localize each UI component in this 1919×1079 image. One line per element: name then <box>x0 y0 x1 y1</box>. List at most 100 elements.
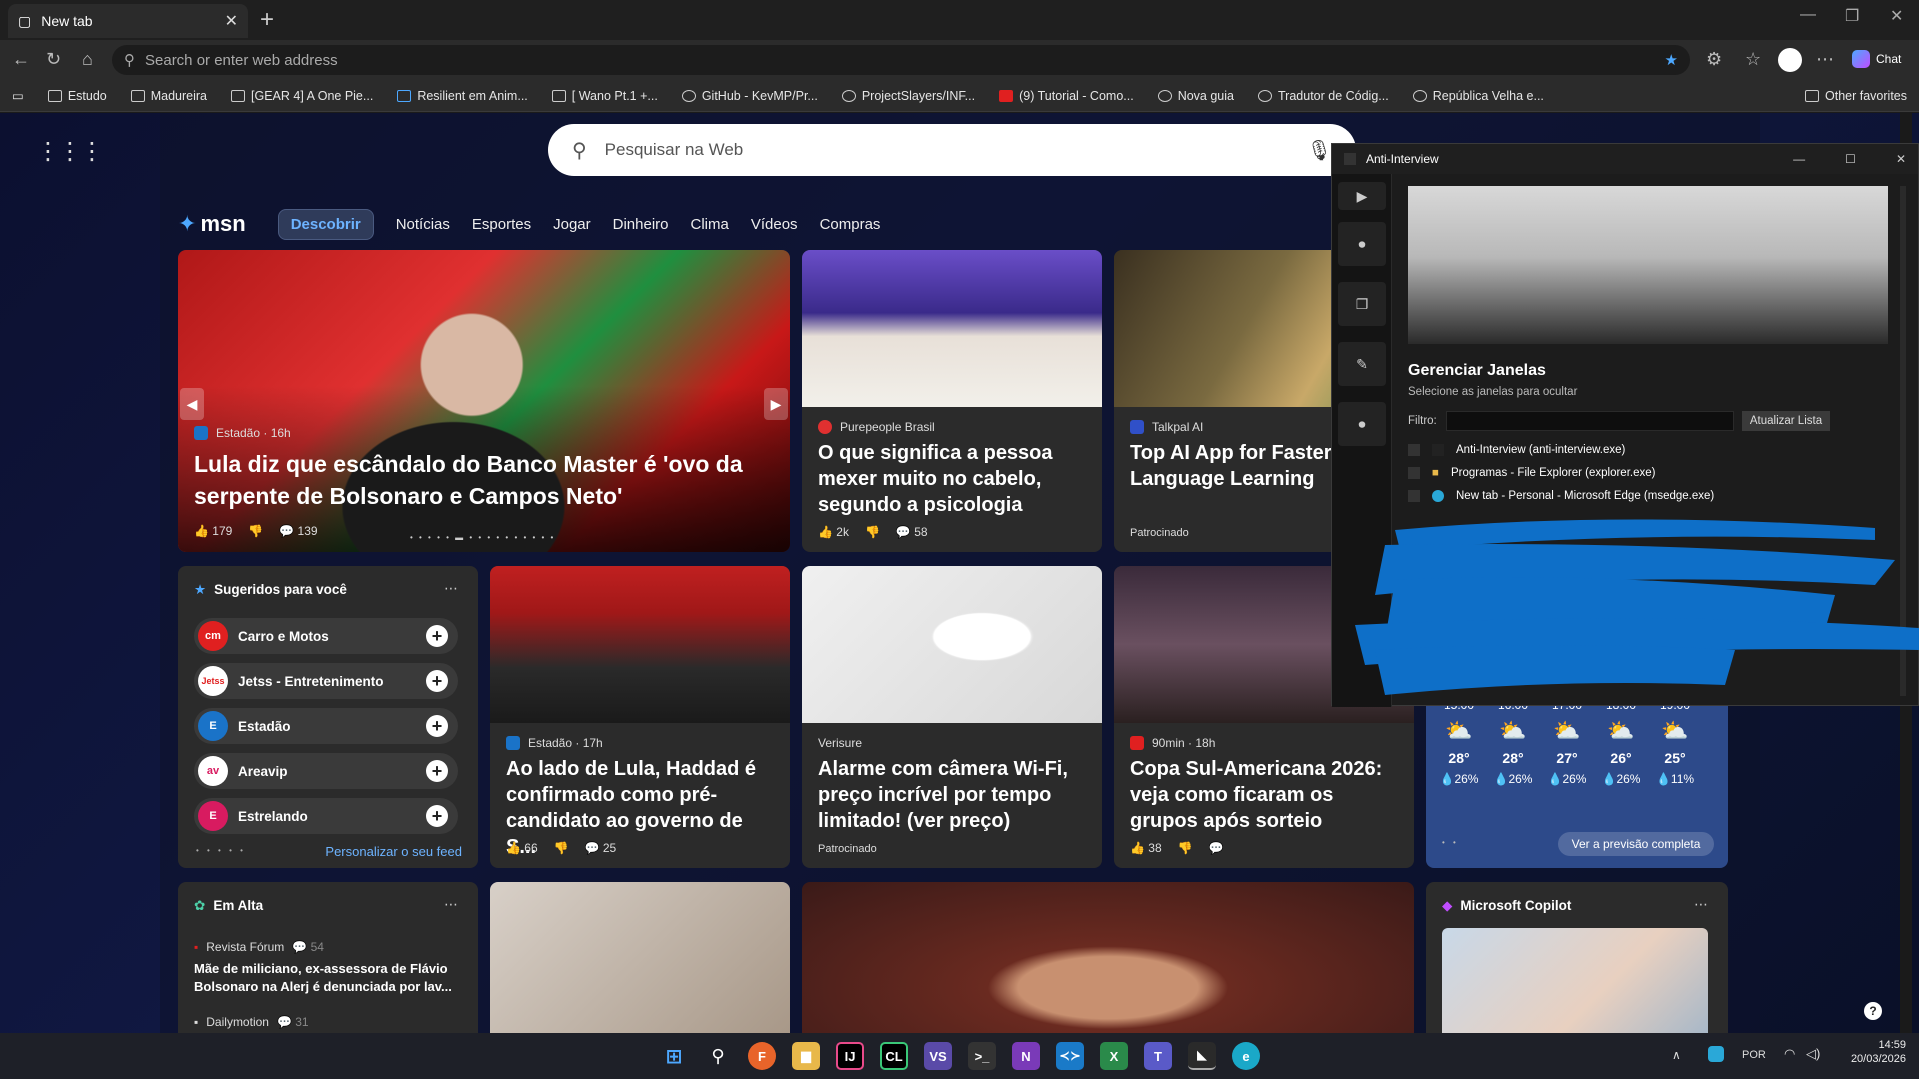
bookmark-3[interactable]: Resilient em Anim... <box>385 89 539 103</box>
bookmark-10[interactable]: República Velha e... <box>1401 89 1556 103</box>
weather-widget[interactable]: 15:00⛅28°💧26% 16:00⛅28°💧26% 17:00⛅27°💧26… <box>1426 690 1728 868</box>
tab-new-tab[interactable]: ▢ New tab ✕ <box>8 4 248 38</box>
comment-icon[interactable]: 💬 139 <box>279 524 317 538</box>
search-icon[interactable]: ⚲ <box>704 1042 732 1070</box>
close-icon[interactable]: ✕ <box>1896 152 1906 166</box>
hero-card[interactable]: ◀ ▶ Estadão · 16h Lula diz que escândalo… <box>178 250 790 552</box>
windows-icon[interactable]: ❐ <box>1338 282 1386 326</box>
apps-grid-icon[interactable]: ⋮⋮⋮ <box>36 137 104 166</box>
play-icon[interactable]: ▶ <box>1338 182 1386 210</box>
minimize-icon[interactable]: — <box>1800 6 1816 24</box>
news-card-2[interactable]: Purepeople Brasil O que significa a pess… <box>802 250 1102 552</box>
trending-headline[interactable]: Mãe de miliciano, ex-assessora de Flávio… <box>194 960 464 996</box>
help-icon[interactable]: ? <box>1864 1002 1882 1020</box>
tab-noticias[interactable]: Notícias <box>396 216 450 233</box>
filter-input[interactable] <box>1446 411 1734 431</box>
other-favorites[interactable]: Other favorites <box>1793 89 1919 103</box>
suggested-item[interactable]: cm Carro e Motos + <box>194 618 458 654</box>
terminal-icon[interactable]: >_ <box>968 1042 996 1070</box>
close-icon[interactable]: ✕ <box>225 11 238 31</box>
bookmark-2[interactable]: [GEAR 4] A One Pie... <box>219 89 385 103</box>
window-row[interactable]: ■ Programas - File Explorer (explorer.exe… <box>1408 467 1655 479</box>
firefox-icon[interactable]: F <box>748 1042 776 1070</box>
maximize-icon[interactable]: ☐ <box>1845 152 1856 166</box>
bookmark-5[interactable]: GitHub - KevMP/Pr... <box>670 89 830 103</box>
like-icon[interactable]: 👍 66 <box>506 841 538 855</box>
language-indicator[interactable]: POR <box>1742 1049 1766 1061</box>
web-search-box[interactable]: ⚲ Pesquisar na Web 🎙 <box>548 124 1356 176</box>
minimize-icon[interactable]: — <box>1793 152 1805 166</box>
tab-clima[interactable]: Clima <box>691 216 729 233</box>
carousel-prev-icon[interactable]: ◀ <box>180 388 204 420</box>
follow-plus-icon[interactable]: + <box>426 760 448 782</box>
more-options-icon[interactable]: ⋯ <box>1694 896 1708 913</box>
tab-descobrir[interactable]: Descobrir <box>277 208 374 240</box>
window-row[interactable]: Anti-Interview (anti-interview.exe) <box>1408 444 1625 456</box>
record-icon[interactable]: ⏺ <box>1338 222 1386 266</box>
news-card-5[interactable]: Verisure Alarme com câmera Wi-Fi, preço … <box>802 566 1102 868</box>
suggested-item[interactable]: av Areavip + <box>194 753 458 789</box>
refresh-icon[interactable]: ↻ <box>46 49 61 70</box>
close-window-icon[interactable]: ✕ <box>1890 6 1903 26</box>
comment-icon[interactable]: 💬 25 <box>585 841 617 855</box>
restore-icon[interactable]: ❐ <box>1845 6 1859 26</box>
clion-icon[interactable]: CL <box>880 1042 908 1070</box>
bookmark-9[interactable]: Tradutor de Códig... <box>1246 89 1401 103</box>
dislike-icon[interactable]: 👎 <box>865 525 880 539</box>
vscode-icon[interactable]: ≺≻ <box>1056 1042 1084 1070</box>
edge-icon[interactable]: e <box>1232 1042 1260 1070</box>
carousel-dots[interactable]: • • • • • ▬ • • • • • • • • • • <box>410 533 555 542</box>
tools-icon[interactable]: ✎ <box>1338 342 1386 386</box>
intellij-icon[interactable]: IJ <box>836 1042 864 1070</box>
comment-icon[interactable]: 💬 58 <box>896 525 928 539</box>
carousel-next-icon[interactable]: ▶ <box>764 388 788 420</box>
pager-dots[interactable]: • • <box>1442 838 1459 847</box>
bookmark-7[interactable]: (9) Tutorial - Como... <box>987 89 1146 103</box>
anti-interview-taskbar-icon[interactable]: ◣ <box>1188 1042 1216 1070</box>
like-icon[interactable]: 👍 2k <box>818 525 849 539</box>
dislike-icon[interactable]: 👎 <box>554 841 569 855</box>
like-icon[interactable]: 👍 38 <box>1130 841 1162 855</box>
bookmark-4[interactable]: [ Wano Pt.1 +... <box>540 89 670 103</box>
chat-button[interactable]: Chat <box>1852 50 1901 68</box>
settings-icon[interactable]: ⏺ <box>1338 402 1386 446</box>
new-tab-button[interactable]: + <box>260 6 274 34</box>
onenote-icon[interactable]: N <box>1012 1042 1040 1070</box>
favorite-star-icon[interactable]: ★ <box>1665 51 1678 69</box>
tab-compras[interactable]: Compras <box>820 216 881 233</box>
follow-plus-icon[interactable]: + <box>426 670 448 692</box>
extensions-icon[interactable]: ⚙ <box>1706 49 1722 70</box>
more-icon[interactable]: ⋯ <box>1816 49 1834 70</box>
follow-plus-icon[interactable]: + <box>426 805 448 827</box>
bookmark-8[interactable]: Nova guia <box>1146 89 1246 103</box>
clock[interactable]: 14:59 20/03/2026 <box>1836 1039 1906 1065</box>
visual-studio-icon[interactable]: VS <box>924 1042 952 1070</box>
pager-dots[interactable]: • • • • • <box>196 846 246 855</box>
full-forecast-button[interactable]: Ver a previsão completa <box>1558 832 1714 856</box>
refresh-list-button[interactable]: Atualizar Lista <box>1742 411 1830 431</box>
file-explorer-icon[interactable]: ▆ <box>792 1042 820 1070</box>
bookmark-0[interactable]: Estudo <box>36 89 119 103</box>
more-options-icon[interactable]: ⋯ <box>444 896 458 913</box>
msn-logo[interactable]: ✦ msn <box>178 211 246 237</box>
profile-avatar[interactable] <box>1778 48 1802 72</box>
wifi-icon[interactable]: ◠ <box>1784 1046 1795 1062</box>
news-card-7[interactable] <box>490 882 790 1033</box>
tray-chevron-icon[interactable]: ∧ <box>1672 1048 1681 1062</box>
video-card[interactable] <box>802 882 1414 1033</box>
tab-esportes[interactable]: Esportes <box>472 216 531 233</box>
dislike-icon[interactable]: 👎 <box>248 524 263 538</box>
tab-dinheiro[interactable]: Dinheiro <box>613 216 669 233</box>
follow-plus-icon[interactable]: + <box>426 715 448 737</box>
favorites-icon[interactable]: ☆ <box>1745 49 1761 70</box>
volume-icon[interactable]: ◁) <box>1806 1046 1820 1062</box>
dislike-icon[interactable]: 👎 <box>1178 841 1193 855</box>
address-bar[interactable]: ⚲ Search or enter web address ★ <box>112 45 1690 75</box>
follow-plus-icon[interactable]: + <box>426 625 448 647</box>
suggested-item[interactable]: E Estadão + <box>194 708 458 744</box>
personalize-feed-link[interactable]: Personalizar o seu feed <box>325 844 462 859</box>
excel-icon[interactable]: X <box>1100 1042 1128 1070</box>
checkbox[interactable] <box>1408 444 1420 456</box>
teams-icon[interactable]: T <box>1144 1042 1172 1070</box>
comment-icon[interactable]: 💬 <box>1209 841 1224 855</box>
